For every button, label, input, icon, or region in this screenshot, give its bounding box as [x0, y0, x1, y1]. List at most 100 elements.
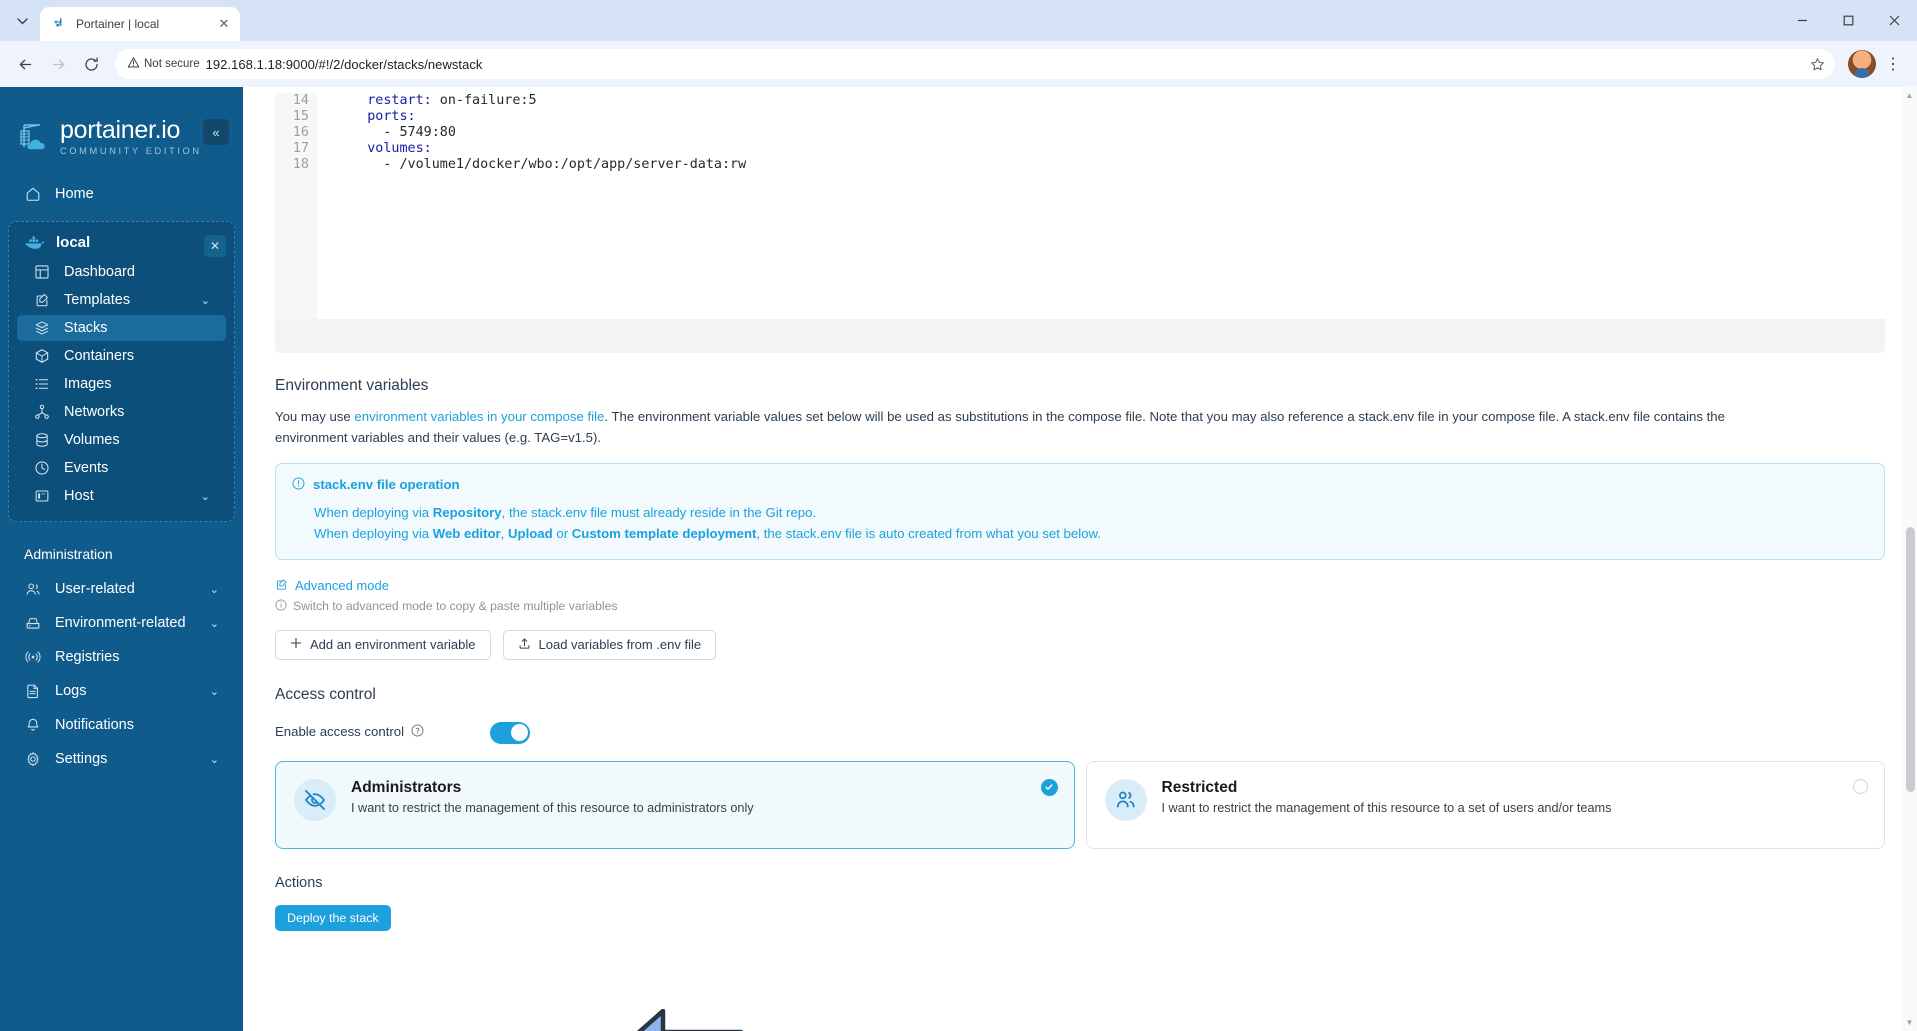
- access-control-toggle-row: Enable access control: [275, 721, 1885, 744]
- environment-header[interactable]: local ✕: [9, 228, 234, 257]
- info-circle-icon: [292, 477, 305, 493]
- toggle-label: Enable access control: [275, 724, 405, 740]
- window-close-icon[interactable]: [1871, 0, 1917, 41]
- bookmark-star-icon[interactable]: [1805, 52, 1829, 76]
- line2-post: , the stack.env file is auto created fro…: [756, 526, 1101, 542]
- environment-icon: [24, 615, 42, 631]
- scrollbar-track[interactable]: ▲ ▼: [1902, 87, 1917, 1031]
- plus-icon: [290, 637, 302, 652]
- sidebar-item-registries[interactable]: Registries: [8, 644, 235, 670]
- load-variables-from-env-file-button[interactable]: Load variables from .env file: [502, 629, 717, 660]
- sidebar-item-networks[interactable]: Networks: [17, 399, 226, 425]
- sidebar-logo[interactable]: portainer.io COMMUNITY EDITION «: [0, 107, 243, 167]
- advanced-mode-link[interactable]: Advanced mode: [275, 578, 1885, 594]
- code-key: ports:: [367, 109, 416, 124]
- environment-nav-list: Dashboard Templates ⌄ Stacks Containers …: [9, 259, 234, 509]
- access-option-desc: I want to restrict the management of thi…: [1161, 800, 1612, 815]
- chevron-down-icon[interactable]: ⌄: [210, 753, 219, 766]
- kebab-menu-icon[interactable]: ⋮: [1879, 50, 1907, 78]
- line2-bold1: Web editor: [432, 526, 501, 542]
- section-title-environment-variables: Environment variables: [275, 377, 429, 394]
- access-option-title: Administrators: [351, 778, 462, 796]
- scroll-up-icon[interactable]: ▲: [1905, 91, 1914, 100]
- environment-variables-description: You may use environment variables in you…: [275, 407, 1770, 449]
- line-number: 15: [292, 109, 309, 124]
- line-number: 17: [292, 141, 309, 156]
- access-option-restricted[interactable]: Restricted I want to restrict the manage…: [1085, 760, 1885, 849]
- eye-off-icon: [294, 778, 336, 821]
- code-lines[interactable]: restart: on-failure:5 ports: - 5749:80 v…: [317, 93, 1885, 319]
- sidebar-item-notifications[interactable]: Notifications: [8, 712, 235, 738]
- deploy-the-stack-button[interactable]: Deploy the stack: [275, 904, 391, 931]
- gear-icon: [24, 751, 42, 767]
- add-environment-variable-button[interactable]: Add an environment variable: [275, 629, 491, 660]
- scroll-down-icon[interactable]: ▼: [1905, 1018, 1914, 1027]
- sidebar-item-stacks[interactable]: Stacks: [17, 315, 226, 341]
- compose-env-docs-link[interactable]: environment variables in your compose fi…: [354, 409, 604, 424]
- chevron-down-icon[interactable]: ⌄: [201, 294, 210, 307]
- sidebar-item-label: Notifications: [55, 717, 134, 733]
- tab-search-button[interactable]: [8, 7, 36, 35]
- arrow-left-icon[interactable]: [10, 49, 40, 79]
- sidebar-item-environment-related[interactable]: Environment-related ⌄: [8, 610, 235, 636]
- bell-icon: [24, 717, 42, 733]
- chevron-down-icon[interactable]: ⌄: [210, 583, 219, 596]
- sidebar-item-events[interactable]: Events: [17, 455, 226, 481]
- infobox-line-1: When deploying via Repository, the stack…: [314, 502, 1868, 524]
- sidebar-item-volumes[interactable]: Volumes: [17, 427, 226, 453]
- browser-tab[interactable]: Portainer | local ✕: [40, 7, 240, 41]
- url-text[interactable]: 192.168.1.18:9000/#!/2/docker/stacks/new…: [206, 57, 1799, 72]
- question-circle-icon[interactable]: [411, 724, 424, 742]
- line2-mid2: or: [552, 526, 572, 542]
- access-option-administrators[interactable]: Administrators I want to restrict the ma…: [275, 760, 1075, 849]
- access-option-text: Administrators I want to restrict the ma…: [351, 779, 754, 815]
- security-indicator[interactable]: Not secure: [127, 56, 200, 72]
- scrollbar-thumb[interactable]: [1906, 527, 1915, 792]
- chevron-down-icon[interactable]: ⌄: [201, 490, 210, 503]
- templates-icon: [33, 292, 51, 308]
- advanced-mode-hint: Switch to advanced mode to copy & paste …: [275, 599, 1885, 614]
- minimize-icon[interactable]: [1779, 0, 1825, 41]
- sidebar-item-home[interactable]: Home: [8, 181, 235, 207]
- maximize-icon[interactable]: [1825, 0, 1871, 41]
- containers-icon: [33, 348, 51, 364]
- sidebar-item-templates[interactable]: Templates ⌄: [17, 287, 226, 313]
- line2-bold2: Upload: [508, 526, 553, 542]
- sidebar-item-label: Logs: [55, 683, 87, 699]
- environment-close-icon[interactable]: ✕: [204, 235, 226, 257]
- sidebar-item-label: Home: [55, 186, 94, 202]
- profile-avatar[interactable]: [1848, 50, 1876, 78]
- address-bar[interactable]: Not secure 192.168.1.18:9000/#!/2/docker…: [115, 49, 1835, 79]
- sidebar-item-dashboard[interactable]: Dashboard: [17, 259, 226, 285]
- sidebar-item-label: Host: [64, 488, 94, 504]
- chevron-double-left-icon[interactable]: «: [203, 119, 229, 145]
- enable-access-control-toggle[interactable]: [490, 721, 530, 744]
- button-label: Add an environment variable: [310, 637, 476, 653]
- sidebar-item-user-related[interactable]: User-related ⌄: [8, 576, 235, 602]
- code-value: - 5749:80: [383, 125, 456, 140]
- images-icon: [33, 376, 51, 392]
- sidebar-item-images[interactable]: Images: [17, 371, 226, 397]
- code-line: ports:: [335, 109, 1885, 125]
- advanced-mode-label: Advanced mode: [295, 578, 389, 594]
- sidebar-item-label: Environment-related: [55, 615, 186, 631]
- stacks-icon: [33, 320, 51, 336]
- sidebar-item-logs[interactable]: Logs ⌄: [8, 678, 235, 704]
- tab-close-icon[interactable]: ✕: [216, 16, 232, 32]
- sidebar-item-containers[interactable]: Containers: [17, 343, 226, 369]
- sidebar-item-settings[interactable]: Settings ⌄: [8, 746, 235, 772]
- sidebar-item-label: Dashboard: [64, 264, 135, 280]
- logs-icon: [24, 683, 42, 699]
- code-editor[interactable]: 14 15 16 17 18 restart: on-failure:5 por…: [275, 87, 1885, 319]
- sidebar-item-host[interactable]: Host ⌄: [17, 483, 226, 509]
- sidebar-item-label: Events: [64, 460, 109, 476]
- portainer-logo-icon: [18, 118, 52, 156]
- users-group-icon: [1104, 778, 1147, 821]
- home-icon: [24, 186, 42, 202]
- sidebar-item-label: Volumes: [64, 432, 120, 448]
- chevron-down-icon[interactable]: ⌄: [210, 617, 219, 630]
- edit-square-icon: [275, 578, 288, 594]
- chevron-down-icon[interactable]: ⌄: [210, 685, 219, 698]
- editor-footer: [275, 319, 1885, 353]
- reload-icon[interactable]: [76, 49, 106, 79]
